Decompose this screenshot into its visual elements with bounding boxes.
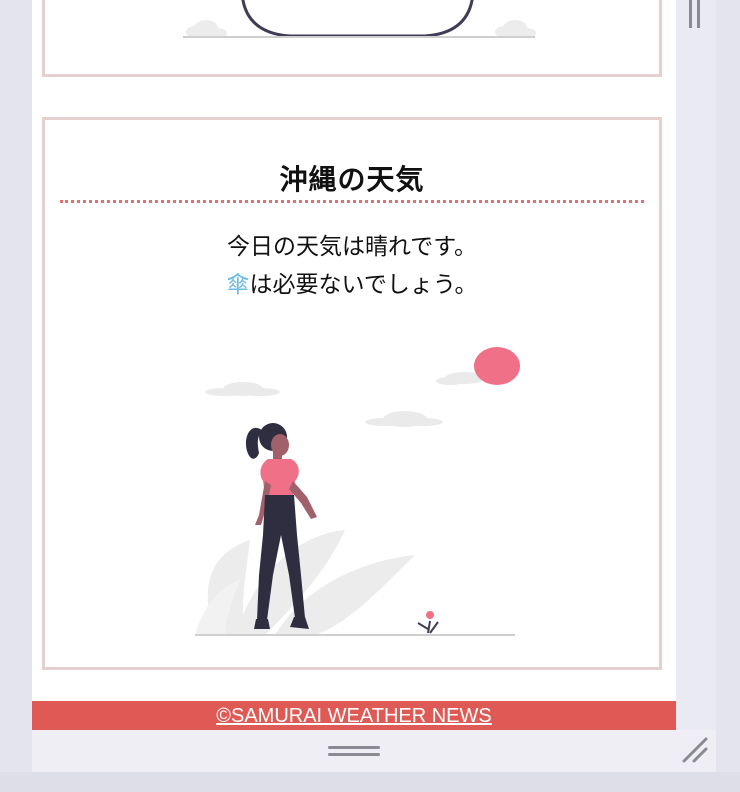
flower-icon [417,611,439,634]
weather-line-2-rest: は必要ないでしょう。 [249,272,478,298]
okinawa-weather-card: 沖縄の天気 今日の天気は晴れです。 傘は必要ないでしょう。 [42,117,662,670]
previous-card-illustration [183,0,536,38]
sunny-weather-illustration [195,347,520,636]
weather-card-previous [42,0,662,77]
scrollbar-grip-icon[interactable] [688,0,702,28]
weather-description: 今日の天気は晴れです。 傘は必要ないでしょう。 [45,228,659,304]
bottom-panel-bar [32,730,716,772]
weather-line-2: 傘は必要ないでしょう。 [45,266,659,304]
umbrella-word: 傘 [226,272,250,298]
cloud-right-icon [495,20,536,38]
window-left-edge [0,0,32,772]
site-footer: ©SAMURAI WEATHER NEWS [32,701,676,730]
card-title: 沖縄の天気 [279,163,425,196]
footer-copyright-link[interactable]: ©SAMURAI WEATHER NEWS [216,705,492,727]
window-bottom-edge [0,772,740,792]
cloud-left-icon [186,20,227,38]
page-viewport[interactable]: 沖縄の天気 今日の天気は晴れです。 傘は必要ないでしょう。 ©SAMURAI W… [32,0,676,730]
sun-icon [474,347,520,385]
scrollbar-track[interactable] [676,0,716,730]
title-divider [60,200,644,203]
resize-grip-icon[interactable] [682,737,710,765]
weather-line-1: 今日の天気は晴れです。 [226,234,477,260]
cloud-icon-1 [205,382,280,396]
drag-handle-icon[interactable] [328,745,382,759]
window-right-edge [716,0,740,772]
cloud-icon-2 [365,411,443,427]
